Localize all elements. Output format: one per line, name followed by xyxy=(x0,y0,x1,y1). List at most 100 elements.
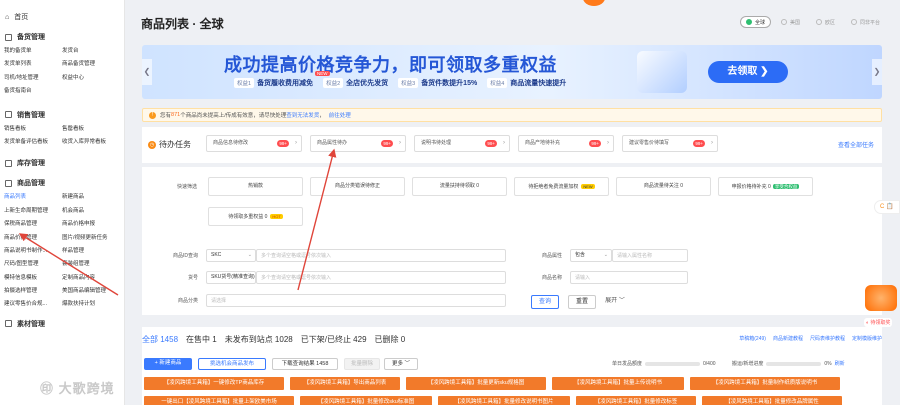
tab-offline[interactable]: 已下架/已终止 429 xyxy=(301,334,367,345)
reset-button[interactable]: 重置 xyxy=(568,295,596,309)
attribute-operator-select[interactable]: 包含 ⌄ xyxy=(570,249,612,262)
tab-unpublished[interactable]: 未发布到站点 1028 xyxy=(225,334,293,345)
sidebar-item[interactable]: 拍摄选样管理 xyxy=(4,285,62,298)
quick-filter-chip[interactable]: 待领取多重权益 0 HOT xyxy=(208,207,303,226)
sidebar-item[interactable]: 权益中心 xyxy=(62,72,122,85)
todo-tasks: ◷ 待办任务 商品信息待修改 99+ › 商品属性待办 99+ › 说明书待处理 99+ › … xyxy=(142,127,882,163)
banner-next-icon[interactable]: ❯ xyxy=(872,59,882,85)
tab-all[interactable]: 全部 1458 xyxy=(142,334,178,345)
view-all-tasks-link[interactable]: 查看全部任务 xyxy=(838,140,874,149)
site-option-eu[interactable]: 欧区 xyxy=(810,16,841,28)
quick-filter-chip[interactable]: 流量扶持待领取 0 xyxy=(412,177,507,196)
quick-filter-chip[interactable]: 热销款 xyxy=(208,177,303,196)
promo-tool-button[interactable]: 【凌风跨境工具箱】批量修改标签 xyxy=(576,396,696,405)
product-list-area: 全部 1458 在售中 1 未发布到站点 1028 已下架/已终止 429 已删… xyxy=(142,327,882,405)
product-name-input[interactable] xyxy=(570,271,688,284)
sidebar-item[interactable]: 商品说明书制作... xyxy=(4,245,62,258)
task-card[interactable]: 商品信息待修改 99+ › xyxy=(206,135,302,152)
sidebar-item[interactable]: 保税商品管理 xyxy=(4,218,62,231)
notice-link[interactable]: 查到无法发货 xyxy=(286,111,319,119)
promo-banner[interactable]: ❮ ❯ 成功提高价格竞争力，即可领取多重权益 NEW 权益1 备货履收费用减免 … xyxy=(142,45,882,99)
gift-icon[interactable] xyxy=(865,285,897,311)
sidebar-item[interactable]: 新建商品 xyxy=(62,191,122,204)
sidebar-item[interactable]: 机会商品 xyxy=(62,205,122,218)
notice-handle-link[interactable]: 前往处理 xyxy=(329,111,351,119)
sidebar-item[interactable]: 发货单列表 xyxy=(4,58,62,71)
promo-tool-button[interactable]: 【凌风跨境工具箱】批量修改说明书图片 xyxy=(438,396,570,405)
sidebar-item[interactable]: 销售看板 xyxy=(4,123,62,136)
tab-deleted[interactable]: 已删除 0 xyxy=(375,334,406,345)
sidebar-item[interactable]: 收货入库异常看板 xyxy=(62,136,122,149)
quick-filter-chip[interactable]: 商品流量待关注 0 xyxy=(616,177,711,196)
sidebar-section-stock[interactable]: 备货管理 xyxy=(0,29,124,45)
sidebar-section-materials[interactable]: 素材管理 xyxy=(0,316,124,332)
download-results-button[interactable]: 下载查询结果 1458 xyxy=(272,358,338,370)
promo-tool-button[interactable]: 【凌风跨境工具箱】批量上传说明书 xyxy=(552,377,684,390)
promo-tool-button[interactable]: 【凌风跨境工具箱】批量制作纸质版说明书 xyxy=(690,377,840,390)
sidebar-item[interactable]: 尺码/图型管理 xyxy=(4,258,62,271)
expand-button[interactable]: 展开 ﹀ xyxy=(601,295,629,309)
category-select[interactable] xyxy=(206,294,506,307)
sku-query-input[interactable] xyxy=(256,271,506,284)
promo-tool-button[interactable]: 【凌风跨境工具箱】一键修改TP商品库存 xyxy=(144,377,284,390)
more-button[interactable]: 更多 ﹀ xyxy=(384,358,418,370)
custom-template-link[interactable]: 定制模版维护 xyxy=(852,335,882,342)
sidebar-item[interactable]: 样品管理 xyxy=(62,245,122,258)
sidebar-item[interactable]: 爆款扶持计划 xyxy=(62,298,122,311)
sidebar-item[interactable]: 商品价格申报 xyxy=(62,218,122,231)
benefit-text: 备货履收费用减免 xyxy=(257,80,314,87)
drafts-link[interactable]: 草稿箱(249) xyxy=(739,335,766,342)
sidebar-item[interactable]: 商品备货管理 xyxy=(62,58,122,71)
sidebar-item[interactable]: 商品价格管理 xyxy=(4,232,62,245)
quick-filter-chip[interactable]: 待拒绝者免费流量加权 NEW xyxy=(514,177,609,196)
site-option-other[interactable]: 同非平台 xyxy=(845,16,886,28)
sidebar-item[interactable]: 备货指南台 xyxy=(4,85,62,98)
task-card[interactable]: 商品产地待补充 99+ › xyxy=(518,135,614,152)
sidebar-item[interactable]: 上新生命周期管理 xyxy=(4,205,62,218)
sidebar-section-products[interactable]: 商品管理 xyxy=(0,175,124,191)
search-button[interactable]: 查询 xyxy=(531,295,559,309)
sidebar-item[interactable]: 我的备货单 xyxy=(4,45,62,58)
sidebar-item[interactable]: 售罄看板 xyxy=(62,123,122,136)
promo-tool-button[interactable]: 【凌风跨境工具箱】批量修改品牌属性 xyxy=(702,396,842,405)
sidebar-section-sales[interactable]: 销售管理 xyxy=(0,107,124,123)
promo-tool-button[interactable]: 一键出口【凌风跨境工具箱】批量上架欧美市场 xyxy=(144,396,294,405)
feedback-tab[interactable]: C 📋 xyxy=(874,200,900,214)
refresh-link[interactable]: 刷新 xyxy=(835,360,845,367)
batch-delete-button[interactable]: 批量删除 xyxy=(344,358,380,370)
claim-button[interactable]: 去领取 ❯ xyxy=(708,61,788,83)
promo-tool-button[interactable]: 【凌风跨境工具箱】批量更新sku规格图 xyxy=(406,377,546,390)
sidebar-item[interactable]: 发货台 xyxy=(62,45,122,58)
tutorial-link[interactable]: 商品新建教程 xyxy=(773,335,803,342)
attribute-input[interactable] xyxy=(612,249,688,262)
sidebar-item[interactable]: 模特信息模板 xyxy=(4,272,62,285)
size-chart-link[interactable]: 尺码表维护教程 xyxy=(810,335,845,342)
gift-label[interactable]: ◐ 待领取奖 xyxy=(864,318,893,327)
site-option-global[interactable]: 全球 xyxy=(739,16,771,28)
promo-tool-button[interactable]: 【凌风跨境工具箱】导出商品列表 xyxy=(290,377,400,390)
sidebar-item[interactable]: 司机/地址管理 xyxy=(4,72,62,85)
sidebar-item-product-list[interactable]: 商品列表 xyxy=(4,191,62,204)
sidebar-item[interactable]: 定制商品内容 xyxy=(62,272,122,285)
promo-tool-button[interactable]: 【凌风跨境工具箱】批量修改sku标准图 xyxy=(300,396,432,405)
banner-prev-icon[interactable]: ❮ xyxy=(142,59,152,85)
quick-filter-chip[interactable]: 商品分类错误待修正 xyxy=(310,177,405,196)
sidebar-section-inventory[interactable]: 库存管理 xyxy=(0,155,124,171)
task-card[interactable]: 说明书待处理 99+ › xyxy=(414,135,510,152)
sidebar-item[interactable]: 图片/视频更新任务 xyxy=(62,232,122,245)
task-card[interactable]: 建议零售价待填写 99+ › xyxy=(622,135,718,152)
id-type-select[interactable]: SKC ⌄ xyxy=(206,249,256,262)
quick-filter-chip[interactable]: 申报价格待补充 0 享受合权益 xyxy=(718,177,813,196)
sidebar-item[interactable]: 套装组管理 xyxy=(62,258,122,271)
new-product-button[interactable]: + 新建商品 xyxy=(144,358,192,370)
id-query-input[interactable] xyxy=(256,249,506,262)
sidebar-home[interactable]: ⌂ 首页 xyxy=(0,9,124,25)
sidebar-item[interactable]: 发货单备评估看板 xyxy=(4,136,62,149)
task-card-attributes[interactable]: 商品属性待办 99+ › xyxy=(310,135,406,152)
tab-on-sale[interactable]: 在售中 1 xyxy=(186,334,217,345)
sidebar-item[interactable]: 建议零售价合规... xyxy=(4,298,62,311)
sidebar-item[interactable]: 美国商品编辑管理 xyxy=(62,285,122,298)
site-option-us[interactable]: 美国 xyxy=(775,16,806,28)
pick-publish-button[interactable]: 挑选机会商品发布 xyxy=(198,358,266,370)
sku-type-select[interactable]: SKU货号(精准查询) ⌄ xyxy=(206,271,256,284)
